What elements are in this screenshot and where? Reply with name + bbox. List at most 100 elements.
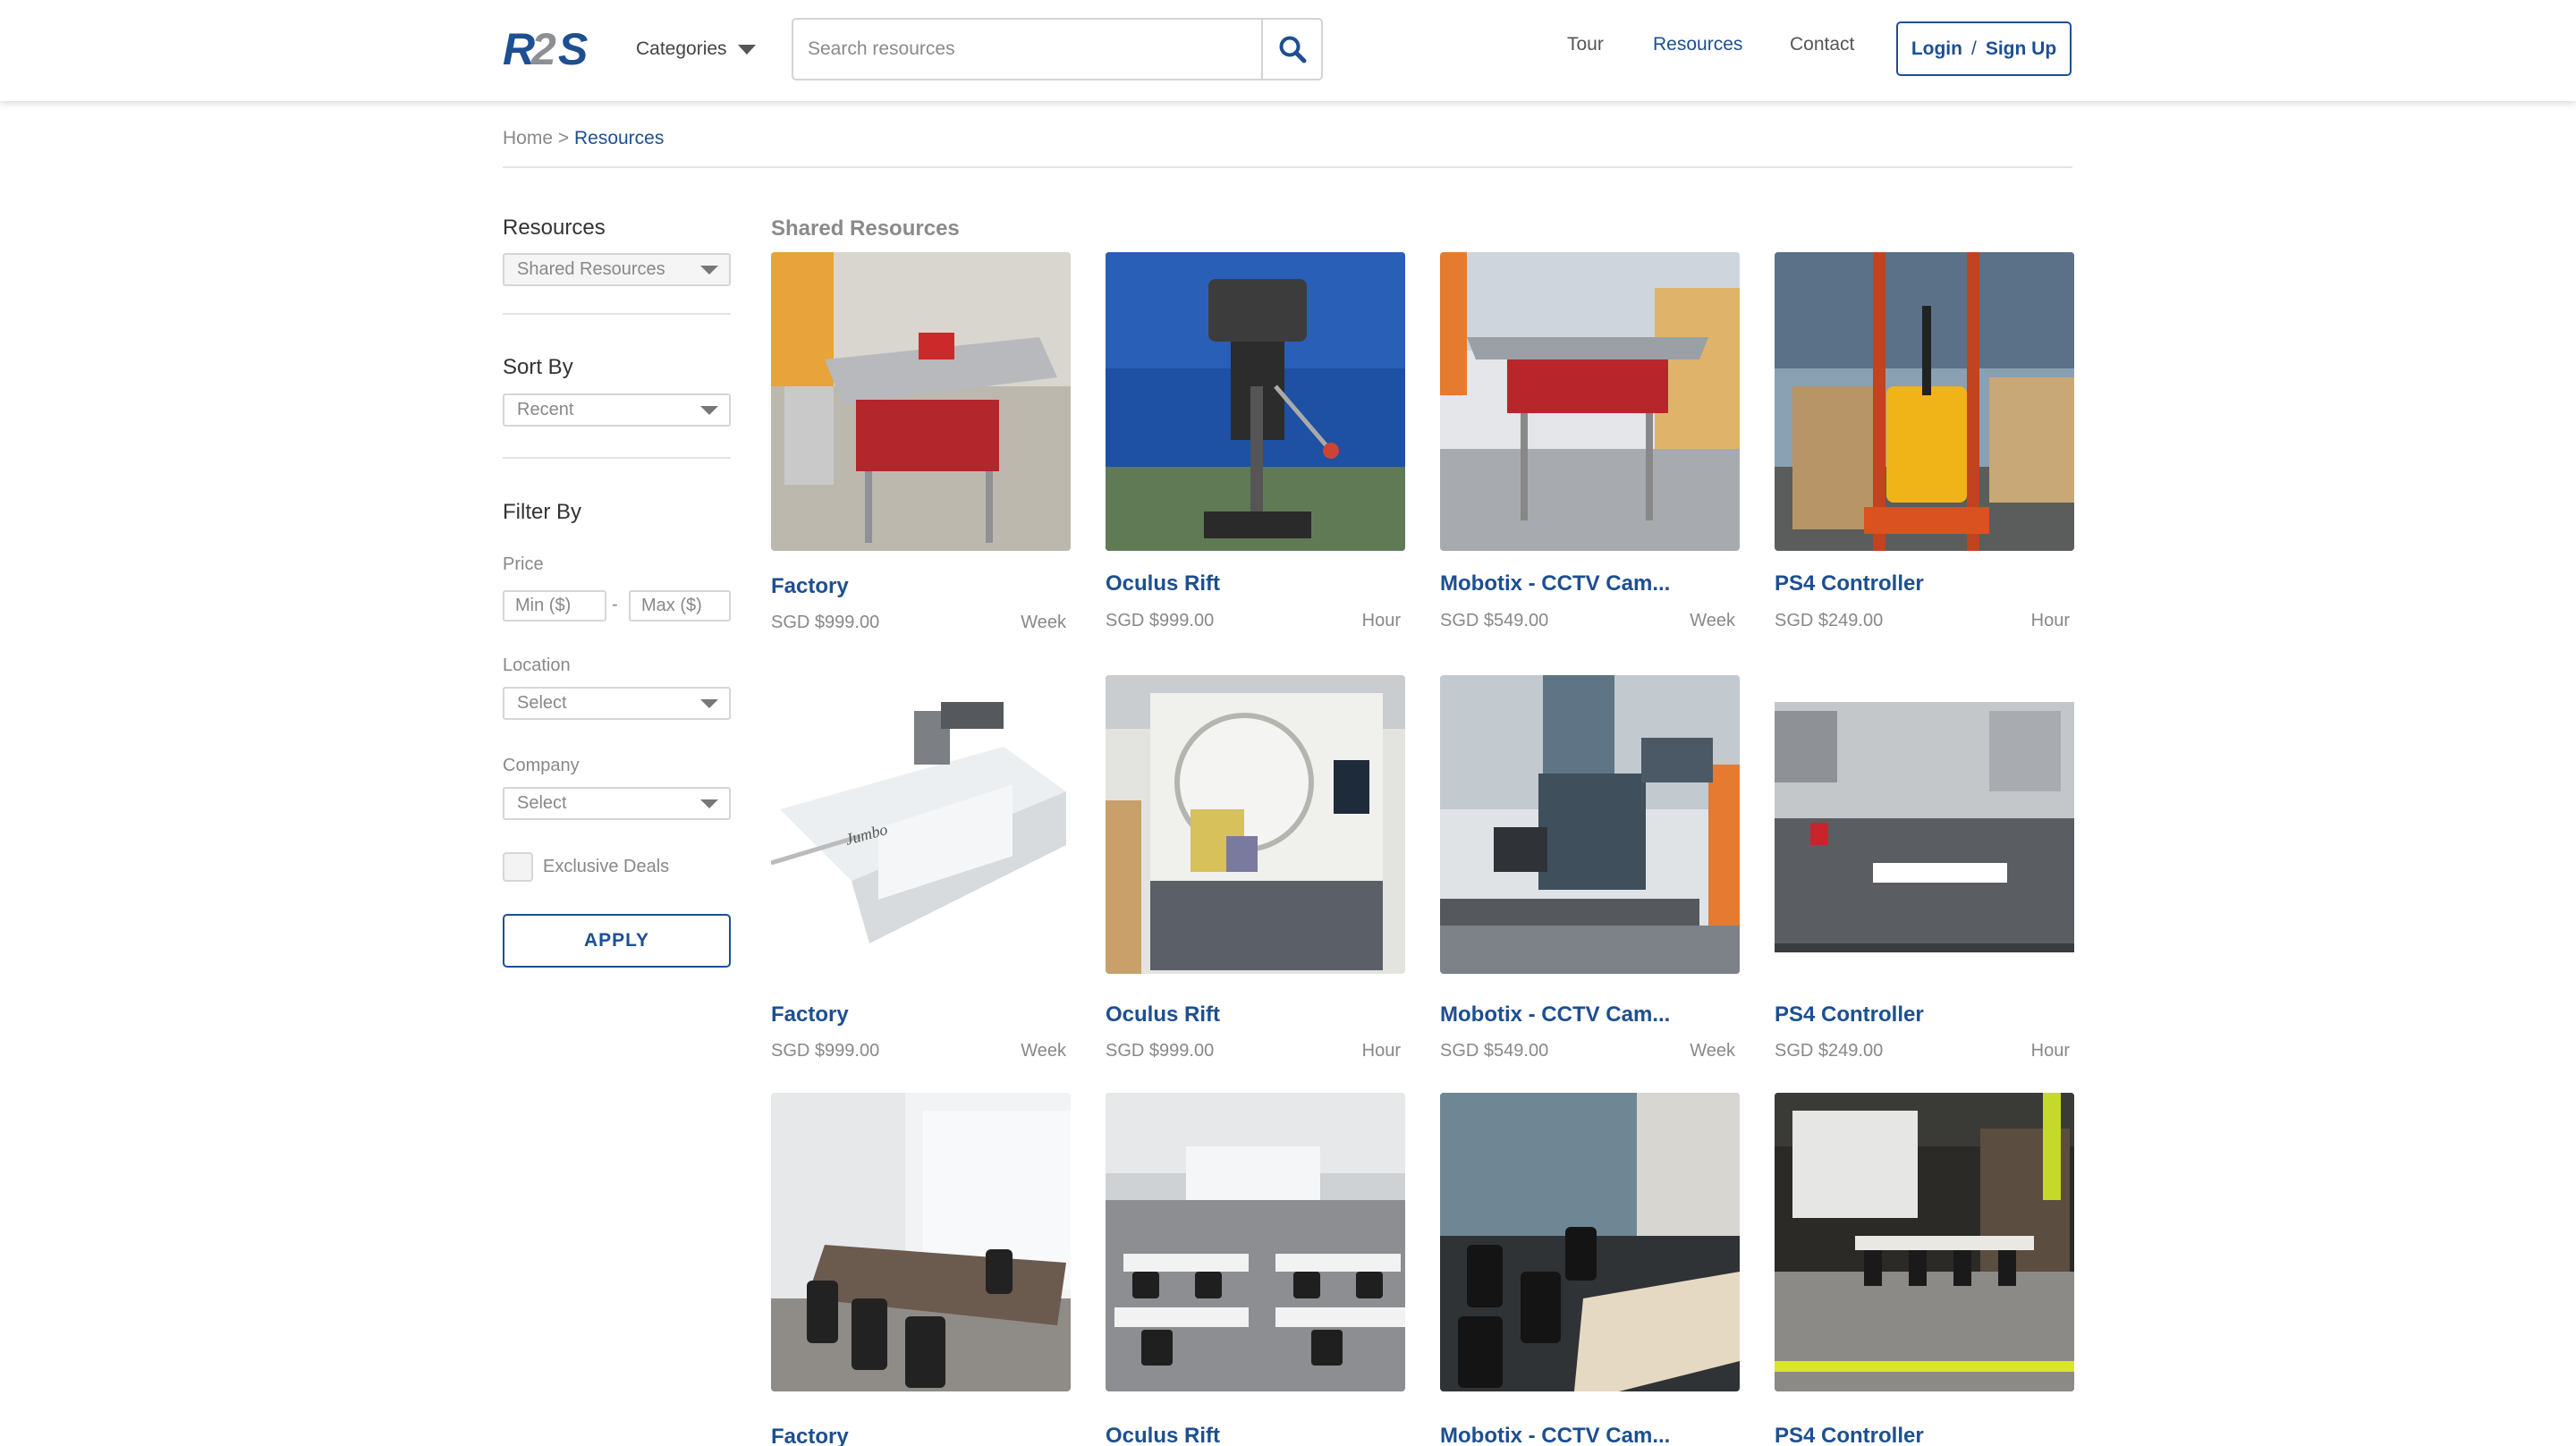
resource-price: SGD $549.00 xyxy=(1440,611,1549,630)
apply-button[interactable]: APPLY xyxy=(503,914,731,968)
resource-image[interactable] xyxy=(1106,675,1405,974)
resource-card[interactable]: Factory xyxy=(771,1093,1071,1446)
resource-card[interactable]: Oculus Rift xyxy=(1106,1093,1405,1446)
resource-card[interactable]: Oculus Rift SGD $999.00 Hour xyxy=(1106,252,1405,637)
login-separator: / xyxy=(1970,38,1977,59)
resource-image[interactable] xyxy=(1440,1093,1740,1391)
resource-image[interactable] xyxy=(771,252,1071,551)
nav-contact[interactable]: Contact xyxy=(1790,34,1854,55)
resource-title[interactable]: Oculus Rift xyxy=(1106,1424,1220,1446)
search-button[interactable] xyxy=(1261,18,1323,80)
categories-dropdown[interactable]: Categories xyxy=(636,34,756,64)
resource-image[interactable] xyxy=(1775,675,2074,974)
resource-image[interactable] xyxy=(1775,252,2074,551)
search-icon xyxy=(1279,36,1306,63)
resource-image[interactable] xyxy=(1106,1093,1405,1391)
resource-image[interactable]: Jumbo xyxy=(771,675,1071,974)
resource-card[interactable]: Mobotix - CCTV Cam... SGD $549.00 Week xyxy=(1440,252,1740,637)
resource-card[interactable]: PS4 Controller xyxy=(1775,1093,2074,1446)
resources-title: Resources xyxy=(503,216,606,240)
sort-select-value: Recent xyxy=(517,400,574,419)
resource-rate-unit: Week xyxy=(1690,1041,1735,1061)
resources-select-value: Shared Resources xyxy=(517,259,665,279)
resource-card[interactable]: Factory SGD $999.00 Week xyxy=(771,252,1071,637)
location-select[interactable]: Select xyxy=(503,687,731,720)
price-min-input[interactable] xyxy=(503,590,606,622)
resource-rate-unit: Hour xyxy=(2030,1041,2070,1061)
sidebar-divider xyxy=(503,313,731,315)
resource-card[interactable]: Mobotix - CCTV Cam... SGD $549.00 Week xyxy=(1440,675,1740,1061)
resource-title[interactable]: Oculus Rift xyxy=(1106,571,1220,596)
search-input[interactable] xyxy=(792,18,1261,80)
price-label: Price xyxy=(503,554,544,574)
location-label: Location xyxy=(503,655,571,675)
filter-by-title: Filter By xyxy=(503,500,582,524)
breadcrumb-current[interactable]: Resources xyxy=(574,128,664,148)
resource-price: SGD $999.00 xyxy=(1106,611,1215,630)
resource-rate-unit: Week xyxy=(1690,611,1735,630)
resource-title[interactable]: PS4 Controller xyxy=(1775,1002,1924,1027)
resource-image[interactable] xyxy=(1775,1093,2074,1391)
resource-price: SGD $249.00 xyxy=(1775,1041,1884,1061)
resource-card[interactable]: PS4 Controller SGD $249.00 Hour xyxy=(1775,252,2074,637)
exclusive-deals-checkbox[interactable] xyxy=(503,852,533,882)
caret-down-icon xyxy=(700,799,718,808)
breadcrumb-home[interactable]: Home xyxy=(503,128,553,148)
nav-tour[interactable]: Tour xyxy=(1567,34,1604,55)
resource-title[interactable]: PS4 Controller xyxy=(1775,571,1924,596)
resource-rate-unit: Week xyxy=(1021,613,1066,632)
resource-title[interactable]: Factory xyxy=(771,1425,849,1446)
caret-down-icon xyxy=(700,266,718,275)
resource-title[interactable]: Mobotix - CCTV Cam... xyxy=(1440,1424,1670,1446)
login-label: Login xyxy=(1911,38,1962,59)
exclusive-deals-label[interactable]: Exclusive Deals xyxy=(543,857,669,877)
resource-title[interactable]: Oculus Rift xyxy=(1106,1002,1220,1027)
caret-down-icon xyxy=(700,699,718,708)
resource-image[interactable] xyxy=(771,1093,1071,1391)
breadcrumb-divider xyxy=(503,166,2072,168)
resource-card[interactable]: Mobotix - CCTV Cam... xyxy=(1440,1093,1740,1446)
r2s-logo[interactable]: R 2 S xyxy=(503,27,597,72)
resource-image[interactable] xyxy=(1440,675,1740,974)
resource-image[interactable] xyxy=(1440,252,1740,551)
resource-price: SGD $999.00 xyxy=(1106,1041,1215,1061)
section-title: Shared Resources xyxy=(771,216,960,241)
resource-price: SGD $549.00 xyxy=(1440,1041,1549,1061)
search-bar xyxy=(792,18,1323,80)
resource-title[interactable]: Factory xyxy=(771,574,849,599)
company-label: Company xyxy=(503,756,580,775)
resource-rate-unit: Hour xyxy=(1361,1041,1401,1061)
resource-title[interactable]: Factory xyxy=(771,1002,849,1027)
svg-text:S: S xyxy=(558,27,588,72)
resource-rate-unit: Week xyxy=(1021,1041,1066,1061)
sort-select[interactable]: Recent xyxy=(503,393,731,427)
breadcrumb: Home > Resources xyxy=(503,128,664,149)
resource-card[interactable]: Oculus Rift SGD $999.00 Hour xyxy=(1106,675,1405,1061)
price-dash: - xyxy=(612,595,618,614)
svg-text:R: R xyxy=(503,27,535,72)
resource-card[interactable]: Jumbo Factory SGD $999.00 Week xyxy=(771,675,1071,1061)
location-select-value: Select xyxy=(517,693,567,713)
company-select-value: Select xyxy=(517,793,567,813)
resource-rate-unit: Hour xyxy=(1361,611,1401,630)
breadcrumb-separator: > xyxy=(553,128,574,148)
signup-label: Sign Up xyxy=(1985,38,2057,59)
resource-image[interactable] xyxy=(1106,252,1405,551)
resource-title[interactable]: PS4 Controller xyxy=(1775,1424,1924,1446)
resource-rate-unit: Hour xyxy=(2030,611,2070,630)
nav-resources[interactable]: Resources xyxy=(1653,34,1742,55)
resource-price: SGD $999.00 xyxy=(771,1041,880,1061)
categories-label: Categories xyxy=(636,38,727,59)
caret-down-icon xyxy=(700,406,718,415)
svg-text:2: 2 xyxy=(530,27,556,72)
sort-by-title: Sort By xyxy=(503,355,573,379)
resource-title[interactable]: Mobotix - CCTV Cam... xyxy=(1440,571,1670,596)
login-signup-button[interactable]: Login / Sign Up xyxy=(1896,21,2072,76)
resources-select[interactable]: Shared Resources xyxy=(503,253,731,286)
company-select[interactable]: Select xyxy=(503,787,731,820)
price-max-input[interactable] xyxy=(629,590,731,622)
resource-card[interactable]: PS4 Controller SGD $249.00 Hour xyxy=(1775,675,2074,1061)
resource-price: SGD $249.00 xyxy=(1775,611,1884,630)
sidebar-divider xyxy=(503,457,731,459)
resource-title[interactable]: Mobotix - CCTV Cam... xyxy=(1440,1002,1670,1027)
